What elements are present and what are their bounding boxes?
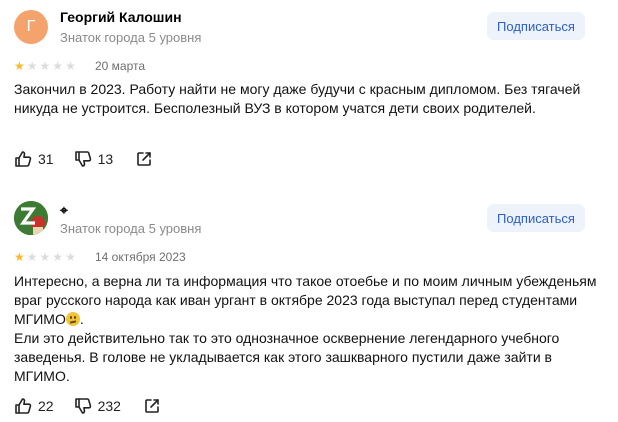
subscribe-button[interactable]: Подписаться xyxy=(487,204,585,232)
thumbs-up-icon xyxy=(15,151,32,167)
avatar[interactable] xyxy=(14,201,48,235)
star-icon: ★ xyxy=(52,59,64,73)
star-rating: ★ ★ ★ ★ ★ xyxy=(14,60,76,72)
star-rating: ★ ★ ★ ★ ★ xyxy=(14,251,76,263)
share-button[interactable] xyxy=(135,150,153,168)
thumbs-up-icon xyxy=(15,398,32,414)
star-icon: ★ xyxy=(14,250,25,264)
thinking-face-icon xyxy=(65,312,80,326)
like-count: 22 xyxy=(38,398,54,414)
subscribe-button[interactable]: Подписаться xyxy=(487,12,585,40)
star-icon: ★ xyxy=(65,59,76,73)
review-paragraph: Интересно, а верна ли та информация что … xyxy=(14,272,604,329)
star-icon: ★ xyxy=(14,59,25,73)
review-actions: 22 232 xyxy=(14,396,161,416)
share-button[interactable] xyxy=(143,397,161,415)
share-icon xyxy=(145,399,159,413)
review-text-part: . xyxy=(79,311,84,327)
review-actions: 31 13 xyxy=(14,149,153,169)
dislike-count: 13 xyxy=(97,151,114,167)
author-level: Знаток города 5 уровня xyxy=(60,30,202,45)
thumbs-down-icon xyxy=(74,151,91,167)
author-level: Знаток города 5 уровня xyxy=(60,221,202,236)
star-icon: ★ xyxy=(26,250,38,264)
dislike-count: 232 xyxy=(97,398,121,414)
dislike-button[interactable]: 13 xyxy=(74,150,114,168)
avatar[interactable]: Г xyxy=(14,10,48,44)
author-name[interactable]: ⌖ xyxy=(60,202,68,219)
star-icon: ★ xyxy=(52,250,64,264)
review-paragraph: Ели это действительно так то это однозна… xyxy=(14,330,560,384)
share-icon xyxy=(137,152,151,166)
author-name[interactable]: Георгий Калошин xyxy=(60,9,182,25)
thumbs-down-icon xyxy=(74,398,91,414)
like-button[interactable]: 31 xyxy=(14,150,54,168)
review-date: 20 марта xyxy=(95,59,146,73)
dislike-button[interactable]: 232 xyxy=(74,397,121,415)
like-button[interactable]: 22 xyxy=(14,397,54,415)
review-paragraph: Закончил в 2023. Работу найти не могу да… xyxy=(14,81,581,116)
avatar-letter: Г xyxy=(26,18,36,35)
review-text: Интересно, а верна ли та информация что … xyxy=(14,272,604,386)
review-text-part: Интересно, а верна ли та информация что … xyxy=(14,273,597,327)
star-icon: ★ xyxy=(26,59,38,73)
star-icon: ★ xyxy=(65,250,76,264)
review-date: 14 октября 2023 xyxy=(95,250,186,264)
like-count: 31 xyxy=(38,151,54,167)
z-letter-avatar-icon xyxy=(14,201,48,235)
review-text: Закончил в 2023. Работу найти не могу да… xyxy=(14,80,604,118)
star-icon: ★ xyxy=(39,250,51,264)
star-icon: ★ xyxy=(39,59,51,73)
